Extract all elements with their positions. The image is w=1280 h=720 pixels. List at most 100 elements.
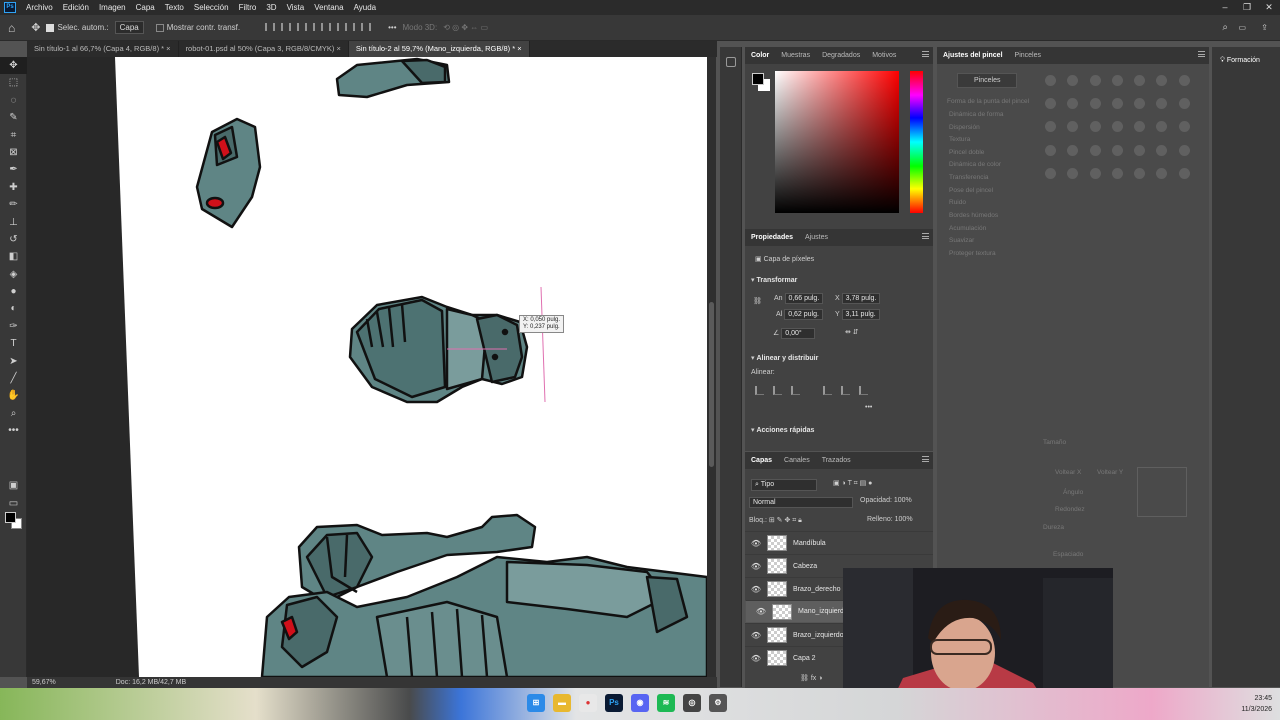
menu-ventana[interactable]: Ventana [309,3,348,12]
menu-archivo[interactable]: Archivo [21,3,58,12]
home-icon[interactable]: ⌂ [8,21,15,35]
history-panel-icon[interactable] [725,57,736,67]
type-tool-icon[interactable]: T [0,335,27,352]
lock-icons[interactable]: ⊞ ✎ ✥ ⌗ 🔒︎ [769,517,802,524]
close-tab-icon[interactable]: × [336,44,340,53]
brush-option[interactable]: Dinámica de color [949,161,1001,168]
visibility-eye-icon[interactable]: 👁︎ [750,607,772,616]
close-icon[interactable]: ✕ [1258,0,1280,15]
visibility-eye-icon[interactable]: 👁︎ [745,585,767,594]
y-input[interactable]: 3,11 pulg. [841,309,880,320]
transform-section[interactable]: ▾ Transformar [751,276,797,284]
brush-option[interactable]: Ruido [949,199,966,206]
menu-edicion[interactable]: Edición [58,3,94,12]
tab-document-3[interactable]: Sin título-2 al 59,7% (Mano_izquierda, R… [348,41,530,57]
zoom-tool-icon[interactable]: ⌕ [0,405,27,422]
tab-document-2[interactable]: robot-01.psd al 50% (Capa 3, RGB/8/CMYK)… [179,41,349,57]
width-field[interactable]: An 0,66 pulg. [774,293,824,304]
align-center-icon[interactable] [281,22,292,31]
color-swatches[interactable] [5,512,22,529]
canvas-vertical-scrollbar[interactable] [707,57,716,677]
move-tool-preset-icon[interactable]: ✥ [31,21,40,34]
visibility-eye-icon[interactable]: 👁︎ [745,631,767,640]
align-middle-icon[interactable] [329,22,340,31]
share-icon[interactable]: ⇪ [1261,23,1268,32]
height-input[interactable]: 0,62 pulg. [784,309,823,320]
brush-option[interactable]: Textura [949,136,970,143]
brush-option[interactable]: Dinámica de forma [949,111,1004,118]
distribute-icon[interactable] [361,22,372,31]
align-top-icon[interactable] [823,386,832,395]
hue-slider[interactable] [910,71,923,213]
foreground-color-chip[interactable] [752,73,764,85]
quick-actions-section[interactable]: ▾ Acciones rápidas [751,426,814,434]
fill-value[interactable]: 100% [895,516,913,523]
align-left-icon[interactable] [265,22,276,31]
visibility-eye-icon[interactable]: 👁︎ [745,539,767,548]
height-field[interactable]: Al 0,62 pulg. [776,309,823,320]
brush-option[interactable]: Dispersión [949,124,980,131]
x-field[interactable]: X 3,78 pulg. [835,293,881,304]
menu-3d[interactable]: 3D [261,3,281,12]
discord-icon[interactable]: ◉ [631,694,649,712]
tab-brushes[interactable]: Pinceles [1015,52,1041,59]
tab-patterns[interactable]: Motivos [872,52,896,59]
obs-icon[interactable]: ◎ [683,694,701,712]
tab-properties[interactable]: Propiedades [751,234,793,241]
panel-menu-icon[interactable] [922,51,929,57]
align-section[interactable]: ▾ Alinear y distribuir [751,354,818,362]
layer-row[interactable]: 👁︎ Mandíbula [745,531,933,554]
blend-mode-value[interactable]: Normal [749,497,853,508]
brush-tool-icon[interactable]: ✏ [0,196,27,213]
brushes-button[interactable]: Pinceles [957,73,1018,88]
screen-mode-icon[interactable]: ▭ [0,495,27,512]
tab-gradients[interactable]: Degradados [822,52,860,59]
brush-angle-preview[interactable] [1137,467,1187,517]
start-icon[interactable]: ⊞ [527,694,545,712]
panel-menu-icon[interactable] [922,233,929,239]
more-options-icon[interactable]: ••• [865,404,872,411]
eyedropper-tool-icon[interactable]: ✒ [0,161,27,178]
align-right-icon[interactable] [297,22,308,31]
menu-filtro[interactable]: Filtro [234,3,262,12]
panel-menu-icon[interactable] [1198,51,1205,57]
width-input[interactable]: 0,66 pulg. [784,293,824,304]
angle-field[interactable]: ∠ 0,00° [773,328,816,339]
foreground-color[interactable] [5,512,16,523]
more-options-icon[interactable]: ••• [388,23,396,32]
menu-seleccion[interactable]: Selección [189,3,234,12]
quick-select-tool-icon[interactable]: ✎ [0,109,27,126]
restore-icon[interactable]: ❐ [1236,0,1258,15]
show-transform-checkbox[interactable]: Mostrar contr. transf. [155,23,240,32]
marquee-tool-icon[interactable]: ⬚ [0,74,27,91]
brush-option[interactable]: Proteger textura [949,250,996,257]
path-select-tool-icon[interactable]: ➤ [0,353,27,370]
brush-option[interactable]: Suavizar [949,237,974,244]
history-brush-icon[interactable]: ↺ [0,231,27,248]
menu-ayuda[interactable]: Ayuda [349,3,382,12]
chrome-icon[interactable]: ● [579,694,597,712]
tab-swatches[interactable]: Muestras [781,52,810,59]
align-hcenter-icon[interactable] [773,386,782,395]
align-right-icon[interactable] [791,386,800,395]
spotify-icon[interactable]: ≋ [657,694,675,712]
auto-select-dropdown[interactable]: Capa [114,21,144,34]
align-vcenter-icon[interactable] [841,386,850,395]
frame-tool-icon[interactable]: ⊠ [0,144,27,161]
menu-imagen[interactable]: Imagen [94,3,131,12]
settings-icon[interactable]: ⚙ [709,694,727,712]
quick-mask-icon[interactable]: ▣ [0,477,27,494]
stamp-tool-icon[interactable]: ⊥ [0,214,27,231]
flip-x-checkbox[interactable]: Voltear X [1055,469,1081,476]
tab-brush-settings[interactable]: Ajustes del pincel [943,52,1003,59]
brush-tip-shape-label[interactable]: Forma de la punta del pincel [947,98,1029,105]
pen-tool-icon[interactable]: ✑ [0,318,27,335]
angle-input[interactable]: 0,00° [781,328,816,339]
align-bottom-icon[interactable] [859,386,868,395]
tab-color[interactable]: Color [751,52,769,59]
brush-tip-grid[interactable] [1045,75,1195,185]
layer-filter-dropdown[interactable]: ⌕ Tipo [751,479,817,491]
close-tab-icon[interactable]: × [166,44,170,53]
auto-select-checkbox[interactable]: Selec. autom.: [46,23,109,32]
opacity-field[interactable]: Opacidad: 100% [860,497,912,504]
